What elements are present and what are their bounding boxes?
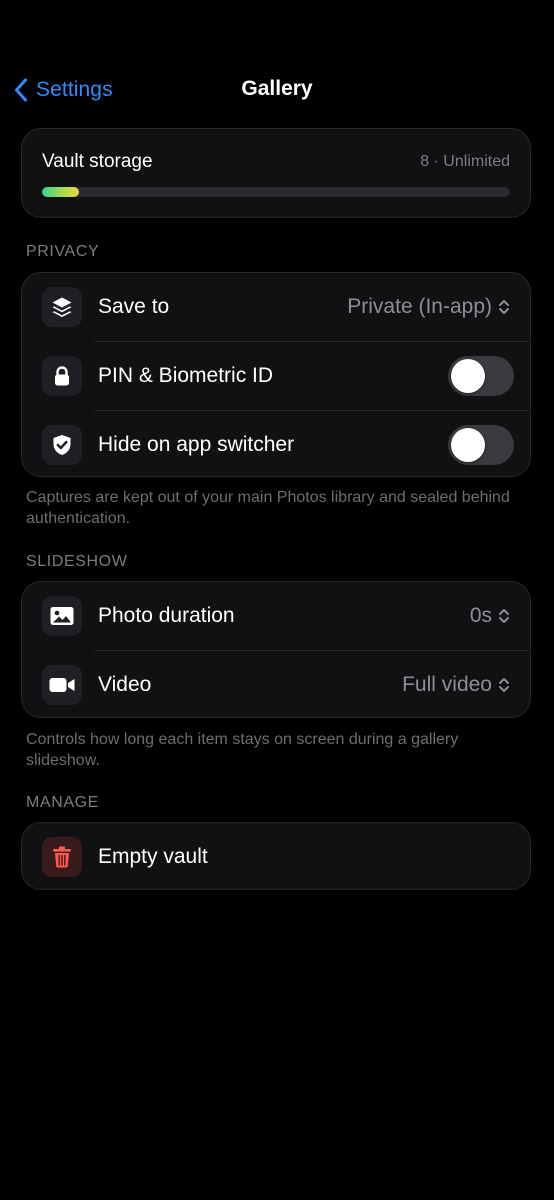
save-to-value[interactable]: Private (In-app) xyxy=(347,295,510,319)
slideshow-section-header: SLIDESHOW xyxy=(26,553,128,570)
slideshow-footnote: Controls how long each item stays on scr… xyxy=(26,731,459,769)
up-down-chevron-icon xyxy=(499,609,509,623)
privacy-card: Save to Private (In-app) PIN & Biometric… xyxy=(21,272,531,477)
vault-storage-progress-bar xyxy=(42,187,510,197)
vault-storage-progress-fill xyxy=(42,187,80,197)
hide-app-switcher-icon-tile xyxy=(42,425,82,465)
page-title: Gallery xyxy=(241,77,313,100)
empty-vault-label: Empty vault xyxy=(98,845,208,868)
save-to-label: Save to xyxy=(98,295,170,318)
privacy-footnote: Captures are kept out of your main Photo… xyxy=(26,489,510,527)
save-to-row[interactable]: Save to Private (In-app) xyxy=(22,273,530,341)
hide-app-switcher-toggle[interactable] xyxy=(448,425,514,465)
pin-biometric-icon-tile xyxy=(42,356,82,396)
hide-app-switcher-label: Hide on app switcher xyxy=(98,433,295,456)
manage-section-header: MANAGE xyxy=(26,794,99,811)
photo-duration-icon-tile xyxy=(42,596,82,636)
empty-vault-row[interactable]: Empty vault xyxy=(22,823,530,889)
save-to-value-text: Private (In-app) xyxy=(347,295,492,318)
hide-app-switcher-row: Hide on app switcher xyxy=(22,411,530,476)
trash-icon xyxy=(53,846,71,868)
vault-storage-label: Vault storage xyxy=(42,151,153,172)
up-down-chevron-icon xyxy=(499,678,509,692)
save-to-icon-tile xyxy=(42,287,82,327)
toggle-knob xyxy=(451,359,485,393)
manage-card: Empty vault xyxy=(21,822,531,890)
video-value[interactable]: Full video xyxy=(402,673,510,697)
video-label: Video xyxy=(98,673,152,696)
shield-check-icon xyxy=(53,435,71,455)
empty-vault-icon-tile xyxy=(42,837,82,877)
pin-biometric-row: PIN & Biometric ID xyxy=(22,342,530,410)
video-value-text: Full video xyxy=(402,673,492,696)
video-camera-icon xyxy=(49,678,75,692)
photo-duration-value[interactable]: 0s xyxy=(470,604,510,628)
photo-duration-row[interactable]: Photo duration 0s xyxy=(22,582,530,650)
toggle-knob xyxy=(451,428,485,462)
video-row[interactable]: Video Full video xyxy=(22,651,530,717)
photo-duration-label: Photo duration xyxy=(98,604,235,627)
vault-storage-card: Vault storage 8 · Unlimited xyxy=(21,128,531,218)
vault-storage-value: 8 · Unlimited xyxy=(420,153,510,170)
up-down-chevron-icon xyxy=(499,300,509,314)
photo-duration-value-text: 0s xyxy=(469,604,492,627)
video-icon-tile xyxy=(42,665,82,705)
layers-icon xyxy=(52,297,72,317)
privacy-section-header: PRIVACY xyxy=(26,243,100,260)
navigation-bar: Settings Gallery xyxy=(0,66,554,114)
pin-biometric-label: PIN & Biometric ID xyxy=(98,364,274,387)
pin-biometric-toggle[interactable] xyxy=(448,356,514,396)
slideshow-card: Photo duration 0s Video Full video xyxy=(21,581,531,718)
photo-icon xyxy=(50,607,74,625)
lock-icon xyxy=(55,366,69,386)
